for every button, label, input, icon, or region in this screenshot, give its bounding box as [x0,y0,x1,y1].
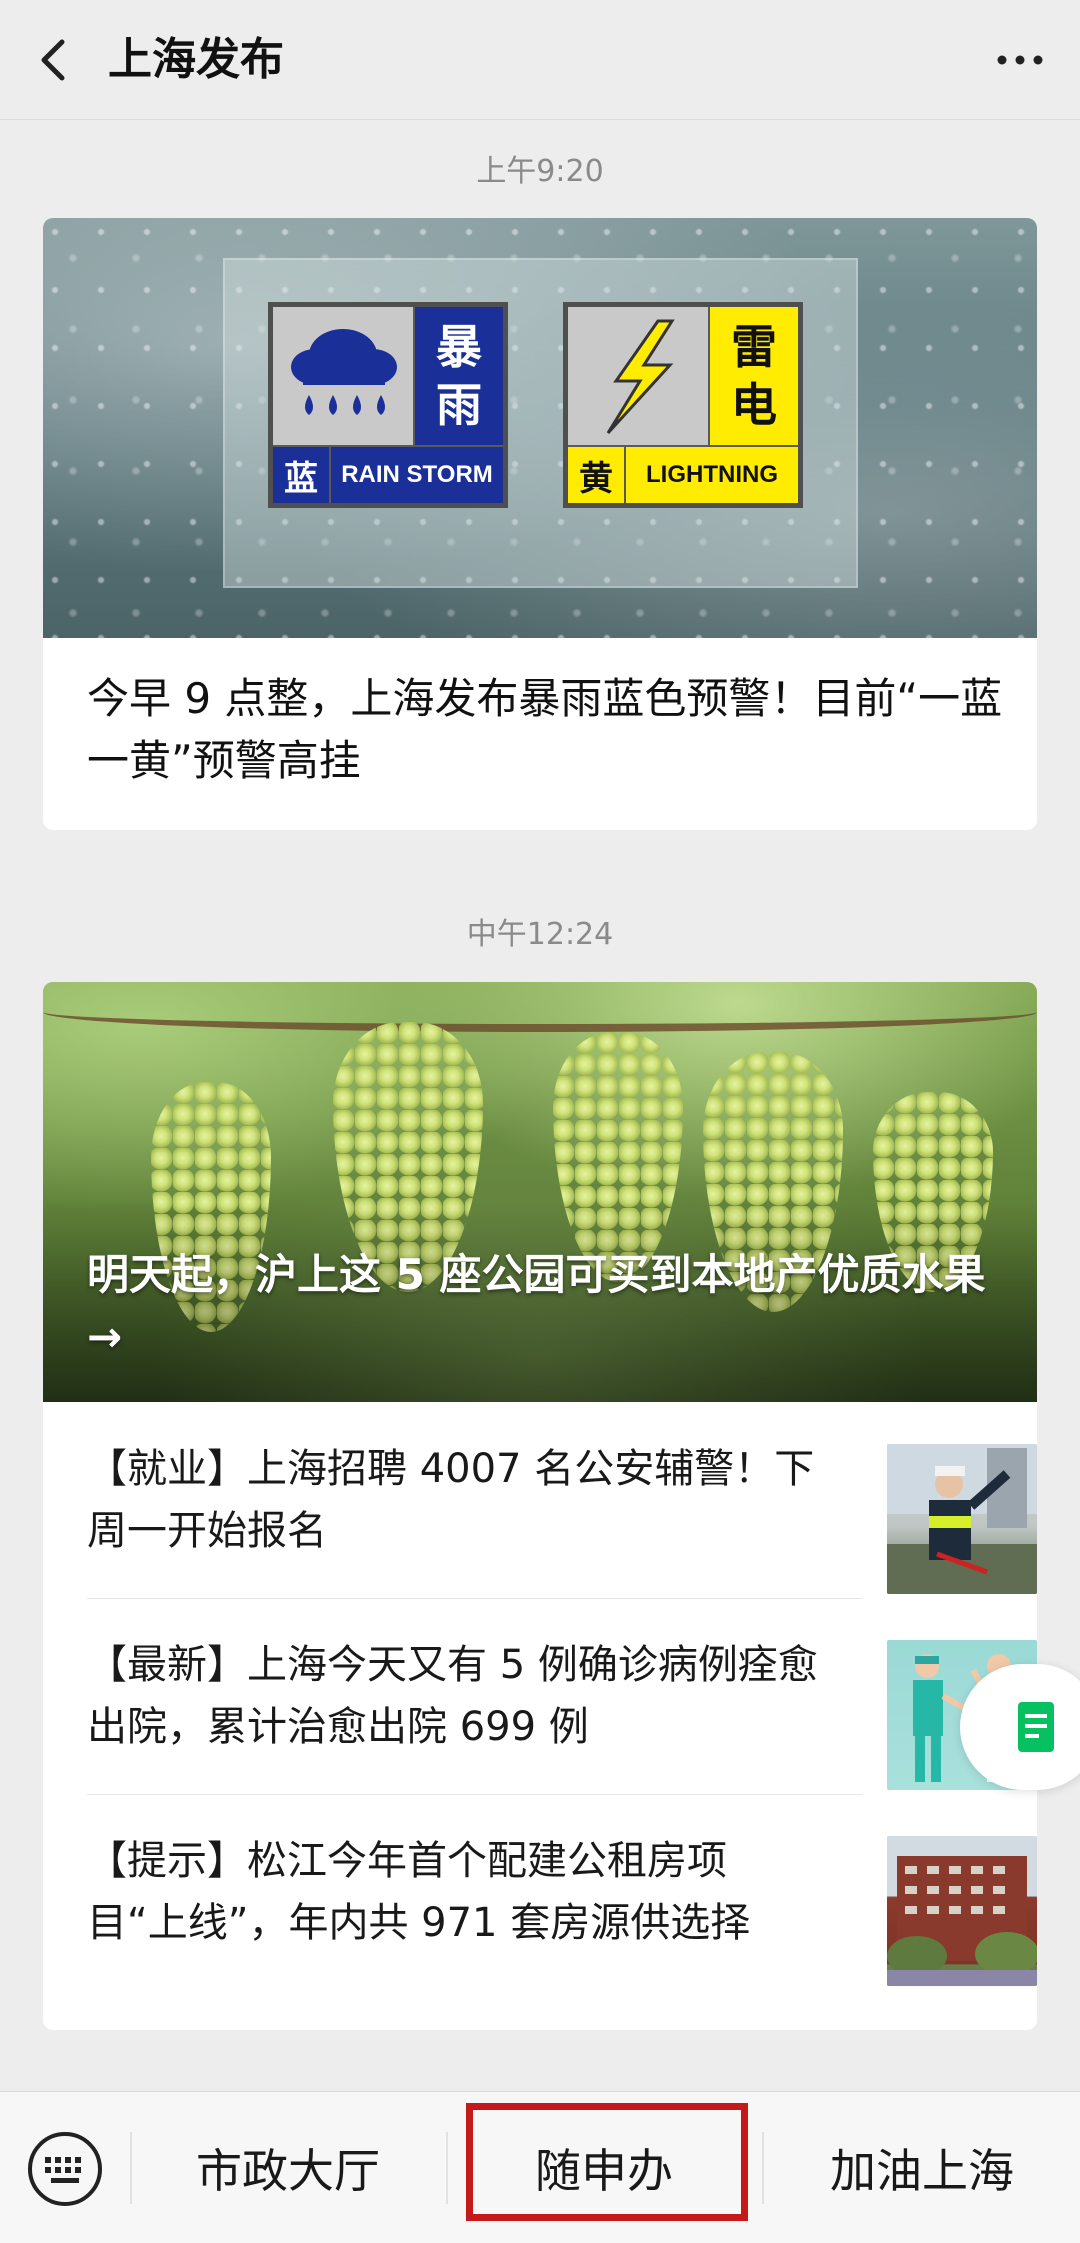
cover-article-title[interactable]: 明天起，沪上这 5 座公园可买到本地产优质水果→ [87,1244,1007,1368]
apartment-building-thumbnail[interactable] [887,1836,1037,1986]
timestamp: 中午12:24 [466,917,614,952]
warning-english: LIGHTNING [626,447,798,503]
lightning-warning-sign: 雷 电 黄 LIGHTNING [563,302,803,508]
article-title[interactable]: 【最新】上海今天又有 5 例确诊病例痊愈出院，累计治愈出院 699 例 [87,1634,827,1758]
article-title[interactable]: 【提示】松江今年首个配建公租房项目“上线”，年内共 971 套房源供选择 [87,1830,827,1954]
list-item[interactable]: 【最新】上海今天又有 5 例确诊病例痊愈出院，累计治愈出院 699 例 [87,1598,1037,1794]
article-card[interactable]: 暴 雨 蓝 RAIN STORM 雷 电 黄 LIGHTNING 今早 9 点整… [43,218,1037,830]
warning-char: 雷 [731,320,777,374]
menu-item-suishenban[interactable]: 随申办 [448,2092,760,2243]
page-title: 上海发布 [108,34,284,85]
article-title[interactable]: 今早 9 点整，上海发布暴雨蓝色预警！目前“一蓝一黄”预警高挂 [87,668,1007,792]
lightning-bolt-icon [568,307,708,445]
warning-char: 电 [731,378,777,432]
document-icon [1018,1702,1054,1752]
keyboard-icon[interactable] [26,2130,104,2208]
traffic-police-thumbnail[interactable] [887,1444,1037,1594]
warning-english: RAIN STORM [331,447,503,503]
warning-level: 黄 [568,447,624,503]
warning-char: 暴 [436,320,482,374]
top-bar: 上海发布 [0,0,1080,120]
article-title[interactable]: 【就业】上海招聘 4007 名公安辅警！下周一开始报名 [87,1438,827,1562]
rainstorm-warning-sign: 暴 雨 蓝 RAIN STORM [268,302,508,508]
warning-type-label: 雷 电 [710,307,798,445]
bottom-menu-bar: 市政大厅 随申办 加油上海 [0,2091,1080,2243]
chevron-left-icon[interactable] [30,30,80,90]
warning-level: 蓝 [273,447,329,503]
grapes-cover-image[interactable]: 明天起，沪上这 5 座公园可买到本地产优质水果→ [43,982,1037,1402]
list-item[interactable]: 【就业】上海招聘 4007 名公安辅警！下周一开始报名 [87,1402,1037,1598]
floating-note-button[interactable] [960,1664,1080,1790]
vine-branch [43,992,1037,1032]
more-dots-icon[interactable] [990,30,1050,90]
article-group-card: 明天起，沪上这 5 座公园可买到本地产优质水果→ 【就业】上海招聘 4007 名… [43,982,1037,2030]
menu-item-cheer-shanghai[interactable]: 加油上海 [764,2092,1080,2243]
list-item[interactable]: 【提示】松江今年首个配建公租房项目“上线”，年内共 971 套房源供选择 [87,1794,1037,1990]
rain-cloud-icon [273,307,413,445]
rain-window-cover-image: 暴 雨 蓝 RAIN STORM 雷 电 黄 LIGHTNING [43,218,1037,638]
warning-char: 雨 [436,378,482,432]
warning-type-label: 暴 雨 [415,307,503,445]
timestamp: 上午9:20 [476,154,604,189]
menu-item-municipal-hall[interactable]: 市政大厅 [132,2092,444,2243]
